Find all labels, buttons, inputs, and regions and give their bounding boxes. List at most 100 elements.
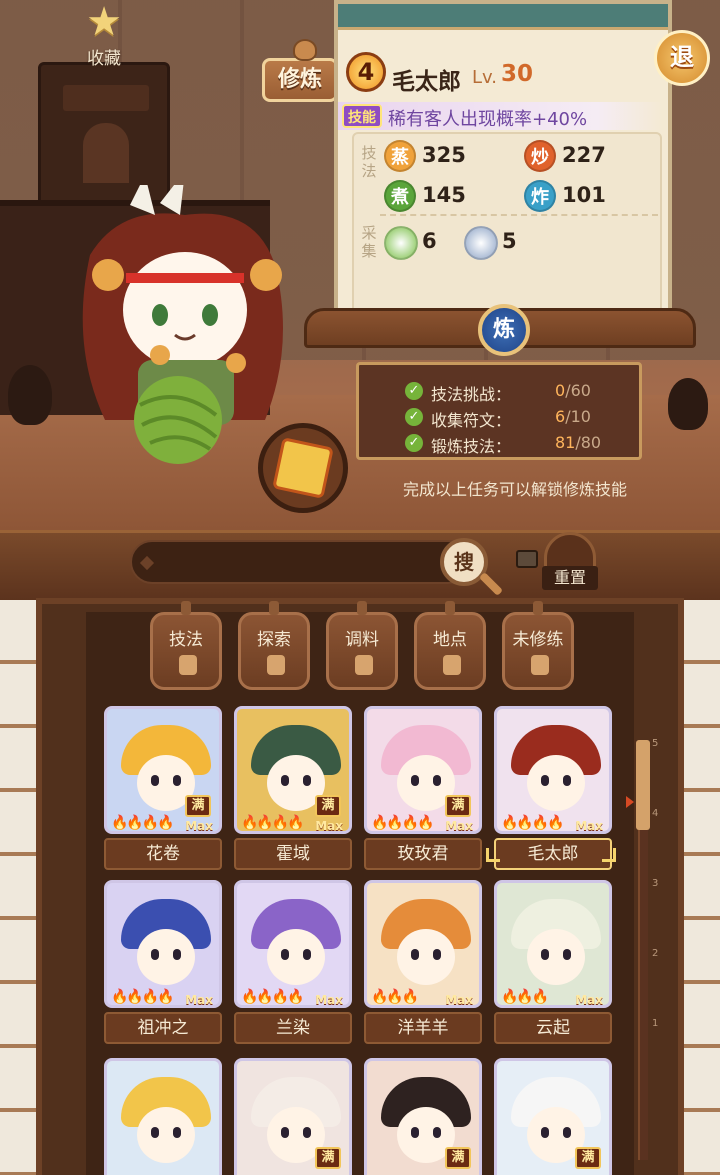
task-progress: 81/80	[555, 433, 601, 452]
scroll-marker-icon	[626, 796, 634, 808]
filter-label: 探索	[257, 630, 291, 650]
character-portrait: 🔥🔥🔥 Max	[494, 880, 612, 1008]
portrait-eye	[281, 1127, 289, 1138]
portrait-eye	[303, 949, 311, 960]
character-card[interactable]	[104, 1058, 222, 1175]
scrollbar-thumb[interactable]	[636, 740, 650, 830]
portrait-eye	[541, 775, 549, 786]
filter-untrained[interactable]: 未修练	[502, 601, 574, 690]
location-icon	[443, 655, 461, 675]
max-badge: Max	[575, 993, 603, 1007]
portrait-face	[137, 1107, 195, 1163]
acorn-icon	[293, 39, 317, 61]
character-card[interactable]: 满	[234, 1058, 352, 1175]
task-progress: 0/60	[555, 381, 591, 400]
character-card[interactable]: 🔥🔥🔥 Max 云起	[494, 880, 612, 1052]
character-portrait	[104, 1058, 222, 1175]
character-card[interactable]: 满	[494, 1058, 612, 1175]
gather-value: 5	[502, 229, 517, 253]
boil-icon: 煮	[384, 180, 416, 212]
filter-label: 未修练	[512, 630, 564, 650]
bottle-icon	[355, 655, 373, 675]
portrait-eye	[303, 775, 311, 786]
filter-location[interactable]: 地点	[414, 601, 486, 690]
reward-button[interactable]	[258, 423, 348, 513]
portrait-eye	[433, 949, 441, 960]
flame-rank-icon: 🔥🔥🔥🔥	[501, 815, 565, 831]
portrait-eye	[411, 775, 419, 786]
max-badge: Max	[185, 993, 213, 1007]
favorites-label: 收藏	[87, 49, 121, 69]
portrait-eye	[173, 775, 181, 786]
character-name-plate: 兰染	[234, 1012, 352, 1044]
search-diamond-icon	[139, 555, 155, 571]
deepfry-icon: 炸	[524, 180, 556, 212]
character-portrait: 🔥🔥🔥🔥 Max	[234, 880, 352, 1008]
scroll-tick-label: 4	[652, 808, 659, 819]
scroll-tick-label: 5	[652, 738, 659, 749]
character-portrait: 🔥🔥🔥🔥 Max	[104, 880, 222, 1008]
character-card[interactable]: 🔥🔥🔥🔥 Max 兰染	[234, 880, 352, 1052]
character-card[interactable]: 🔥🔥🔥 Max 洋羊羊	[364, 880, 482, 1052]
portrait-eye	[541, 1127, 549, 1138]
filter-technique[interactable]: 技法	[150, 601, 222, 690]
task-label: 锻炼技法：	[431, 437, 512, 456]
task-box: ✓ 技法挑战： 0/60 ✓ 收集符文： 6/10 ✓ 锻炼技法： 81/80	[356, 362, 642, 460]
level-value: 30	[501, 61, 534, 87]
portrait-face	[527, 755, 585, 811]
character-illustration	[82, 185, 284, 464]
filter-explore[interactable]: 探索	[238, 601, 310, 690]
cabinet-door	[83, 123, 129, 183]
flame-rank-icon: 🔥🔥🔥🔥	[241, 815, 305, 831]
full-badge: 满	[315, 1147, 341, 1169]
task-progress-max: /60	[565, 381, 591, 400]
portrait-eye	[151, 775, 159, 786]
chest-icon[interactable]	[516, 550, 538, 568]
filter-label: 技法	[169, 630, 203, 650]
character-name: 毛太郎	[392, 69, 461, 95]
favorites-button[interactable]: ★ 收藏	[74, 0, 134, 69]
character-card[interactable]: 满	[364, 1058, 482, 1175]
task-label: 收集符文：	[431, 411, 512, 430]
steam-icon: 蒸	[384, 140, 416, 172]
check-icon: ✓	[405, 382, 423, 400]
portrait-eye	[173, 949, 181, 960]
scroll-tick-label: 3	[652, 878, 659, 889]
stat-value: 227	[562, 143, 606, 167]
character-card[interactable]: 🔥🔥🔥🔥 Max 满霍域	[234, 706, 352, 878]
full-badge: 满	[445, 795, 471, 817]
max-badge: Max	[185, 819, 213, 833]
portrait-face	[267, 929, 325, 985]
scroll-tick-label: 2	[652, 948, 659, 959]
exit-button[interactable]: 退	[654, 30, 710, 86]
selection-corner	[602, 848, 616, 862]
character-portrait: 🔥🔥🔥🔥 Max 满	[364, 706, 482, 834]
portrait-eye	[303, 1127, 311, 1138]
character-card[interactable]: 🔥🔥🔥🔥 Max 毛太郎	[486, 706, 616, 878]
check-icon: ✓	[405, 434, 423, 452]
full-badge: 满	[445, 1147, 471, 1169]
reset-button-label[interactable]: 重置	[542, 566, 598, 590]
stat-stirfry: 炒 227	[524, 140, 644, 174]
stat-value: 325	[422, 143, 466, 167]
full-badge: 满	[315, 795, 341, 817]
character-card[interactable]: 🔥🔥🔥🔥 Max 满玫玫君	[364, 706, 482, 878]
portrait-eye	[411, 1127, 419, 1138]
character-name-plate: 霍域	[234, 838, 352, 870]
portrait-eye	[563, 1127, 571, 1138]
portrait-eye	[281, 775, 289, 786]
search-input[interactable]	[130, 540, 470, 584]
practice-tab-label: 修炼	[277, 67, 322, 92]
refine-button[interactable]: 炼	[478, 304, 530, 356]
practice-tab[interactable]: 修炼	[262, 39, 338, 102]
character-portrait: 🔥🔥🔥🔥 Max 满	[104, 706, 222, 834]
level-prefix: Lv.	[472, 67, 498, 88]
pot-decoration	[8, 365, 52, 425]
max-badge: Max	[315, 819, 343, 833]
character-card[interactable]: 🔥🔥🔥🔥 Max 满花卷	[104, 706, 222, 878]
character-card[interactable]: 🔥🔥🔥🔥 Max 祖冲之	[104, 880, 222, 1052]
gather-fish: 5	[464, 226, 544, 260]
stat-value: 145	[422, 183, 466, 207]
filter-seasoning[interactable]: 调料	[326, 601, 398, 690]
portrait-eye	[411, 949, 419, 960]
